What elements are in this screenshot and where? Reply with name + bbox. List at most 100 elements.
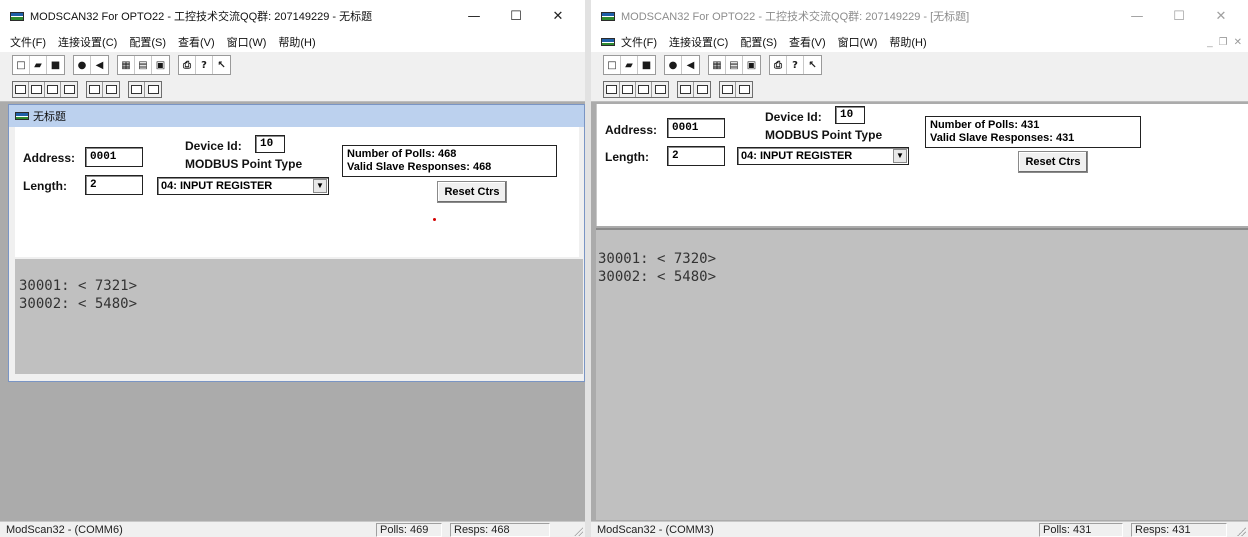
- minimize-icon[interactable]: —: [1116, 0, 1158, 32]
- binary-format-icon[interactable]: [13, 82, 29, 97]
- long-format-icon[interactable]: [145, 82, 161, 97]
- left-app-window: MODSCAN32 For OPTO22 - 工控技术交流QQ群: 207149…: [0, 0, 585, 537]
- disconnect-icon[interactable]: ◀: [91, 56, 108, 74]
- caption-buttons: — ☐ ✕: [453, 0, 579, 32]
- help-icon[interactable]: ?: [196, 56, 213, 74]
- reset-counters-button[interactable]: Reset Ctrs: [1018, 151, 1088, 173]
- connect-icon[interactable]: ●: [665, 56, 682, 74]
- length-label: Length:: [605, 150, 649, 164]
- child-title: 无标题: [33, 111, 66, 123]
- title-bar[interactable]: MODSCAN32 For OPTO22 - 工控技术交流QQ群: 207149…: [591, 0, 1248, 32]
- display-icon[interactable]: ▦: [709, 56, 726, 74]
- status-responses: Resps: 468: [450, 523, 550, 537]
- chevron-down-icon[interactable]: ▼: [313, 179, 327, 193]
- decimal-format-icon[interactable]: [29, 82, 45, 97]
- length-input[interactable]: 2: [667, 146, 725, 166]
- device-id-input[interactable]: 10: [835, 106, 865, 124]
- context-help-icon[interactable]: ↖: [804, 56, 821, 74]
- swap-format-icon[interactable]: [129, 82, 145, 97]
- reset-counters-button[interactable]: Reset Ctrs: [437, 181, 507, 203]
- binary-format-icon[interactable]: [604, 82, 620, 97]
- child-close-icon[interactable]: ✕: [1234, 37, 1242, 48]
- address-label: Address:: [23, 151, 76, 165]
- point-type-select[interactable]: 04: INPUT REGISTER ▼: [157, 177, 329, 195]
- close-icon[interactable]: ✕: [537, 0, 579, 32]
- resize-grip-icon[interactable]: [1236, 526, 1246, 536]
- point-type-select[interactable]: 04: INPUT REGISTER ▼: [737, 147, 909, 165]
- integer-format-icon[interactable]: [45, 82, 61, 97]
- float-format-icon[interactable]: [87, 82, 103, 97]
- menu-window[interactable]: 窗口(W): [227, 34, 267, 50]
- text-capture-icon[interactable]: ▣: [152, 56, 169, 74]
- poll-stats-box: Number of Polls: 468 Valid Slave Respons…: [342, 145, 557, 177]
- new-file-icon[interactable]: □: [604, 56, 621, 74]
- help-button-group: ⎙ ? ↖: [769, 55, 822, 75]
- address-input[interactable]: 0001: [85, 147, 143, 167]
- title-bar[interactable]: MODSCAN32 For OPTO22 - 工控技术交流QQ群: 207149…: [0, 0, 585, 32]
- print-icon[interactable]: ⎙: [770, 56, 787, 74]
- menu-connection[interactable]: 连接设置(C): [669, 34, 728, 50]
- double-format-icon[interactable]: [103, 82, 119, 97]
- text-capture-icon[interactable]: ▣: [743, 56, 760, 74]
- polls-count: Number of Polls: 431: [930, 119, 1040, 131]
- setup-icon[interactable]: ▤: [726, 56, 743, 74]
- menu-window[interactable]: 窗口(W): [838, 34, 878, 50]
- menu-file[interactable]: 文件(F): [621, 34, 657, 50]
- device-id-input[interactable]: 10: [255, 135, 285, 153]
- float-format-icon[interactable]: [678, 82, 694, 97]
- menu-file[interactable]: 文件(F): [10, 34, 46, 50]
- length-label: Length:: [23, 179, 67, 193]
- menu-setup[interactable]: 配置(S): [740, 34, 777, 50]
- menu-view[interactable]: 查看(V): [178, 34, 215, 50]
- save-icon[interactable]: ■: [47, 56, 64, 74]
- double-format-icon[interactable]: [694, 82, 710, 97]
- new-file-icon[interactable]: □: [13, 56, 30, 74]
- display-icon[interactable]: ▦: [118, 56, 135, 74]
- decimal-format-icon[interactable]: [620, 82, 636, 97]
- menu-setup[interactable]: 配置(S): [129, 34, 166, 50]
- save-icon[interactable]: ■: [638, 56, 655, 74]
- hex-format-icon[interactable]: [61, 82, 77, 97]
- help-button-group: ⎙ ? ↖: [178, 55, 231, 75]
- child-title-bar[interactable]: 无标题: [9, 105, 584, 127]
- maximize-icon[interactable]: ☐: [1158, 0, 1200, 32]
- menu-bar: 文件(F) 连接设置(C) 配置(S) 查看(V) 窗口(W) 帮助(H): [0, 32, 585, 52]
- context-help-icon[interactable]: ↖: [213, 56, 230, 74]
- menu-view[interactable]: 查看(V): [789, 34, 826, 50]
- maximize-icon[interactable]: ☐: [495, 0, 537, 32]
- long-format-icon[interactable]: [736, 82, 752, 97]
- menu-help[interactable]: 帮助(H): [889, 34, 926, 50]
- format-toolbar: [0, 78, 585, 102]
- setup-icon[interactable]: ▤: [135, 56, 152, 74]
- disconnect-icon[interactable]: ◀: [682, 56, 699, 74]
- status-polls: Polls: 469: [376, 523, 442, 537]
- length-input[interactable]: 2: [85, 175, 143, 195]
- open-folder-icon[interactable]: ▰: [30, 56, 47, 74]
- status-connection: ModScan32 - (COMM6): [6, 524, 123, 536]
- register-data-pane: 30001: < 7321> 30002: < 5480>: [15, 259, 583, 374]
- menu-help[interactable]: 帮助(H): [278, 34, 315, 50]
- menu-connection[interactable]: 连接设置(C): [58, 34, 117, 50]
- child-restore-icon[interactable]: ❐: [1219, 37, 1228, 48]
- file-button-group: □ ▰ ■: [12, 55, 65, 75]
- help-icon[interactable]: ?: [787, 56, 804, 74]
- chevron-down-icon[interactable]: ▼: [893, 149, 907, 163]
- view-button-group: ▦ ▤ ▣: [708, 55, 761, 75]
- child-minimize-icon[interactable]: _: [1207, 37, 1213, 48]
- address-input[interactable]: 0001: [667, 118, 725, 138]
- child-window-icon[interactable]: [601, 38, 615, 46]
- swap-format-icon[interactable]: [720, 82, 736, 97]
- hex-format-icon[interactable]: [652, 82, 668, 97]
- point-type-value: 04: INPUT REGISTER: [741, 150, 853, 162]
- main-toolbar: □ ▰ ■ ● ◀ ▦ ▤ ▣ ⎙ ? ↖: [0, 52, 585, 78]
- resize-grip-icon[interactable]: [573, 526, 583, 536]
- settings-panel: Address: 0001 Length: 2 Device Id: 10 MO…: [596, 104, 1248, 226]
- child-window-icon: [15, 112, 29, 120]
- minimize-icon[interactable]: —: [453, 0, 495, 32]
- red-marker: [433, 218, 436, 221]
- close-icon[interactable]: ✕: [1200, 0, 1242, 32]
- integer-format-icon[interactable]: [636, 82, 652, 97]
- print-icon[interactable]: ⎙: [179, 56, 196, 74]
- open-folder-icon[interactable]: ▰: [621, 56, 638, 74]
- connect-icon[interactable]: ●: [74, 56, 91, 74]
